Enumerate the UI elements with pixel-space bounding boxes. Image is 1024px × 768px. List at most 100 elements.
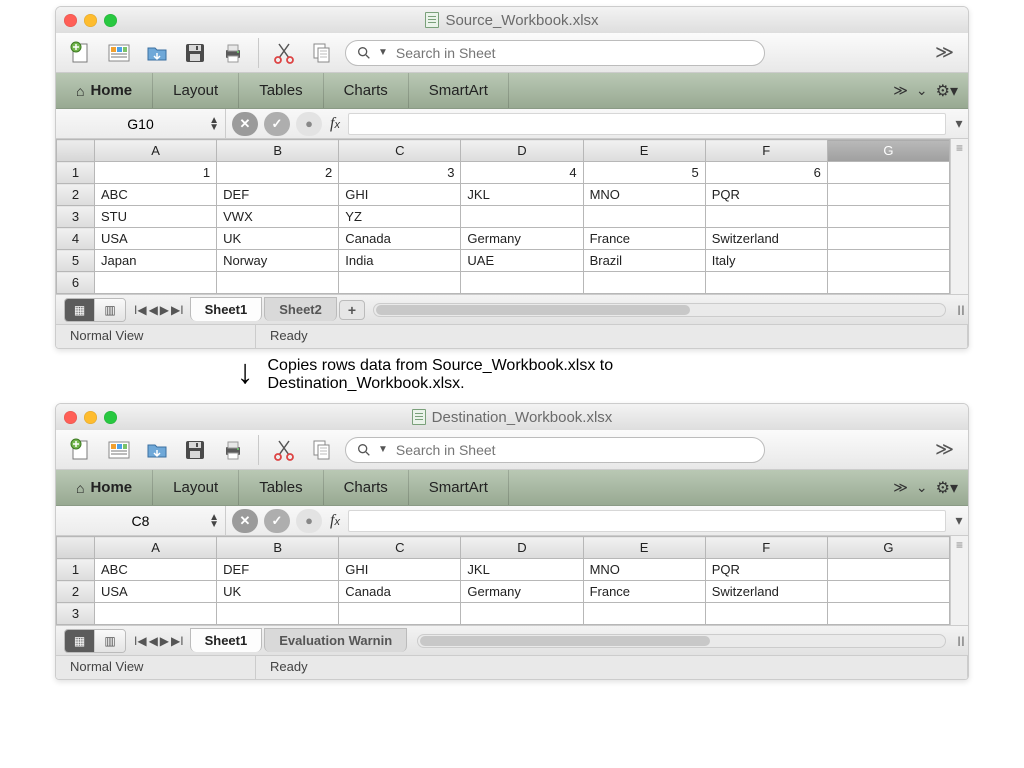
cell-D4[interactable]: Germany bbox=[461, 228, 583, 250]
cell-E2[interactable]: France bbox=[583, 581, 705, 603]
cell-G2[interactable] bbox=[827, 184, 949, 206]
col-header-E[interactable]: E bbox=[583, 140, 705, 162]
cell-B4[interactable]: UK bbox=[217, 228, 339, 250]
select-all-corner[interactable] bbox=[57, 537, 95, 559]
ribbon-tab-home[interactable]: ⌂Home bbox=[56, 73, 153, 108]
cell-F6[interactable] bbox=[705, 272, 827, 294]
new-document-button[interactable] bbox=[66, 435, 96, 465]
name-box-stepper-icon[interactable]: ▲▼ bbox=[209, 514, 219, 528]
cell-E3[interactable] bbox=[583, 206, 705, 228]
normal-view-button[interactable]: ▦ bbox=[65, 630, 95, 652]
cell-G6[interactable] bbox=[827, 272, 949, 294]
cell-B3[interactable] bbox=[217, 603, 339, 625]
cell-C6[interactable] bbox=[339, 272, 461, 294]
name-box[interactable]: C8 ▲▼ bbox=[56, 506, 226, 535]
cell-F1[interactable]: PQR bbox=[705, 559, 827, 581]
col-header-C[interactable]: C bbox=[339, 537, 461, 559]
cell-C2[interactable]: GHI bbox=[339, 184, 461, 206]
cell-A3[interactable] bbox=[95, 603, 217, 625]
cut-button[interactable] bbox=[269, 38, 299, 68]
select-all-corner[interactable] bbox=[57, 140, 95, 162]
cell-G5[interactable] bbox=[827, 250, 949, 272]
row-header-4[interactable]: 4 bbox=[57, 228, 95, 250]
cancel-formula-button[interactable]: ✕ bbox=[232, 112, 258, 136]
cell-D3[interactable] bbox=[461, 603, 583, 625]
search-input[interactable] bbox=[394, 44, 754, 62]
search-input[interactable] bbox=[394, 441, 754, 459]
cell-F4[interactable]: Switzerland bbox=[705, 228, 827, 250]
row-header-2[interactable]: 2 bbox=[57, 581, 95, 603]
col-header-B[interactable]: B bbox=[217, 140, 339, 162]
insert-function-button[interactable]: ● bbox=[296, 112, 322, 136]
vertical-scrollbar[interactable]: ≡ bbox=[950, 139, 968, 294]
sheet-tab[interactable]: Sheet1 bbox=[190, 297, 263, 321]
open-button[interactable] bbox=[142, 38, 172, 68]
cell-E6[interactable] bbox=[583, 272, 705, 294]
cell-B2[interactable]: UK bbox=[217, 581, 339, 603]
page-layout-view-button[interactable]: ▥ bbox=[95, 299, 125, 321]
cell-A3[interactable]: STU bbox=[95, 206, 217, 228]
page-layout-view-button[interactable]: ▥ bbox=[95, 630, 125, 652]
cell-B2[interactable]: DEF bbox=[217, 184, 339, 206]
cell-G1[interactable] bbox=[827, 162, 949, 184]
print-button[interactable] bbox=[218, 38, 248, 68]
split-handle-icon[interactable]: ≡ bbox=[951, 538, 968, 552]
cut-button[interactable] bbox=[269, 435, 299, 465]
cell-C3[interactable]: YZ bbox=[339, 206, 461, 228]
save-button[interactable] bbox=[180, 38, 210, 68]
search-dropdown-icon[interactable]: ▼ bbox=[378, 444, 388, 455]
cell-C1[interactable]: 3 bbox=[339, 162, 461, 184]
ribbon-tab-layout[interactable]: Layout bbox=[153, 470, 239, 505]
cell-C2[interactable]: Canada bbox=[339, 581, 461, 603]
horizontal-scrollbar[interactable] bbox=[417, 634, 946, 648]
cell-F3[interactable] bbox=[705, 206, 827, 228]
cell-B6[interactable] bbox=[217, 272, 339, 294]
formula-input[interactable] bbox=[348, 113, 946, 135]
cell-E3[interactable] bbox=[583, 603, 705, 625]
search-field[interactable]: ▼ bbox=[345, 437, 765, 463]
cell-C1[interactable]: GHI bbox=[339, 559, 461, 581]
formula-expand-icon[interactable]: ▾ bbox=[950, 115, 968, 132]
row-header-3[interactable]: 3 bbox=[57, 603, 95, 625]
cell-B5[interactable]: Norway bbox=[217, 250, 339, 272]
ribbon-tab-smartart[interactable]: SmartArt bbox=[409, 470, 509, 505]
cell-C3[interactable] bbox=[339, 603, 461, 625]
horizontal-scrollbar[interactable] bbox=[373, 303, 946, 317]
name-box[interactable]: G10 ▲▼ bbox=[56, 109, 226, 138]
copy-button[interactable] bbox=[307, 38, 337, 68]
enter-formula-button[interactable]: ✓ bbox=[264, 112, 290, 136]
template-gallery-button[interactable] bbox=[104, 38, 134, 68]
vertical-scrollbar[interactable]: ≡ bbox=[950, 536, 968, 625]
insert-function-button[interactable]: ● bbox=[296, 509, 322, 533]
next-sheet-icon[interactable]: ▶ bbox=[160, 634, 169, 648]
formula-input[interactable] bbox=[348, 510, 946, 532]
cell-E5[interactable]: Brazil bbox=[583, 250, 705, 272]
row-header-6[interactable]: 6 bbox=[57, 272, 95, 294]
ribbon-overflow-icon[interactable]: ≫ bbox=[893, 479, 908, 496]
sheet-tab[interactable]: Sheet1 bbox=[190, 628, 263, 652]
cell-D2[interactable]: JKL bbox=[461, 184, 583, 206]
cell-B1[interactable]: DEF bbox=[217, 559, 339, 581]
split-handle-icon[interactable]: II bbox=[954, 633, 968, 649]
split-handle-icon[interactable]: ≡ bbox=[951, 141, 968, 155]
col-header-A[interactable]: A bbox=[95, 140, 217, 162]
cell-E4[interactable]: France bbox=[583, 228, 705, 250]
cell-grid[interactable]: ABCDEFG11234562ABCDEFGHIJKLMNOPQR3STUVWX… bbox=[56, 139, 950, 294]
ribbon-overflow-icon[interactable]: ≫ bbox=[893, 82, 908, 99]
ribbon-collapse-icon[interactable]: ⌄ bbox=[916, 479, 928, 496]
col-header-B[interactable]: B bbox=[217, 537, 339, 559]
cell-B1[interactable]: 2 bbox=[217, 162, 339, 184]
cell-G2[interactable] bbox=[827, 581, 949, 603]
cell-C4[interactable]: Canada bbox=[339, 228, 461, 250]
cell-C5[interactable]: India bbox=[339, 250, 461, 272]
row-header-1[interactable]: 1 bbox=[57, 162, 95, 184]
cell-D5[interactable]: UAE bbox=[461, 250, 583, 272]
first-sheet-icon[interactable]: I◀ bbox=[134, 634, 147, 648]
cell-F2[interactable]: PQR bbox=[705, 184, 827, 206]
cell-E1[interactable]: MNO bbox=[583, 559, 705, 581]
cell-grid[interactable]: ABCDEFG1ABCDEFGHIJKLMNOPQR2USAUKCanadaGe… bbox=[56, 536, 950, 625]
toolbar-overflow-icon[interactable]: ≫ bbox=[931, 42, 958, 63]
cell-A6[interactable] bbox=[95, 272, 217, 294]
cell-F1[interactable]: 6 bbox=[705, 162, 827, 184]
first-sheet-icon[interactable]: I◀ bbox=[134, 303, 147, 317]
